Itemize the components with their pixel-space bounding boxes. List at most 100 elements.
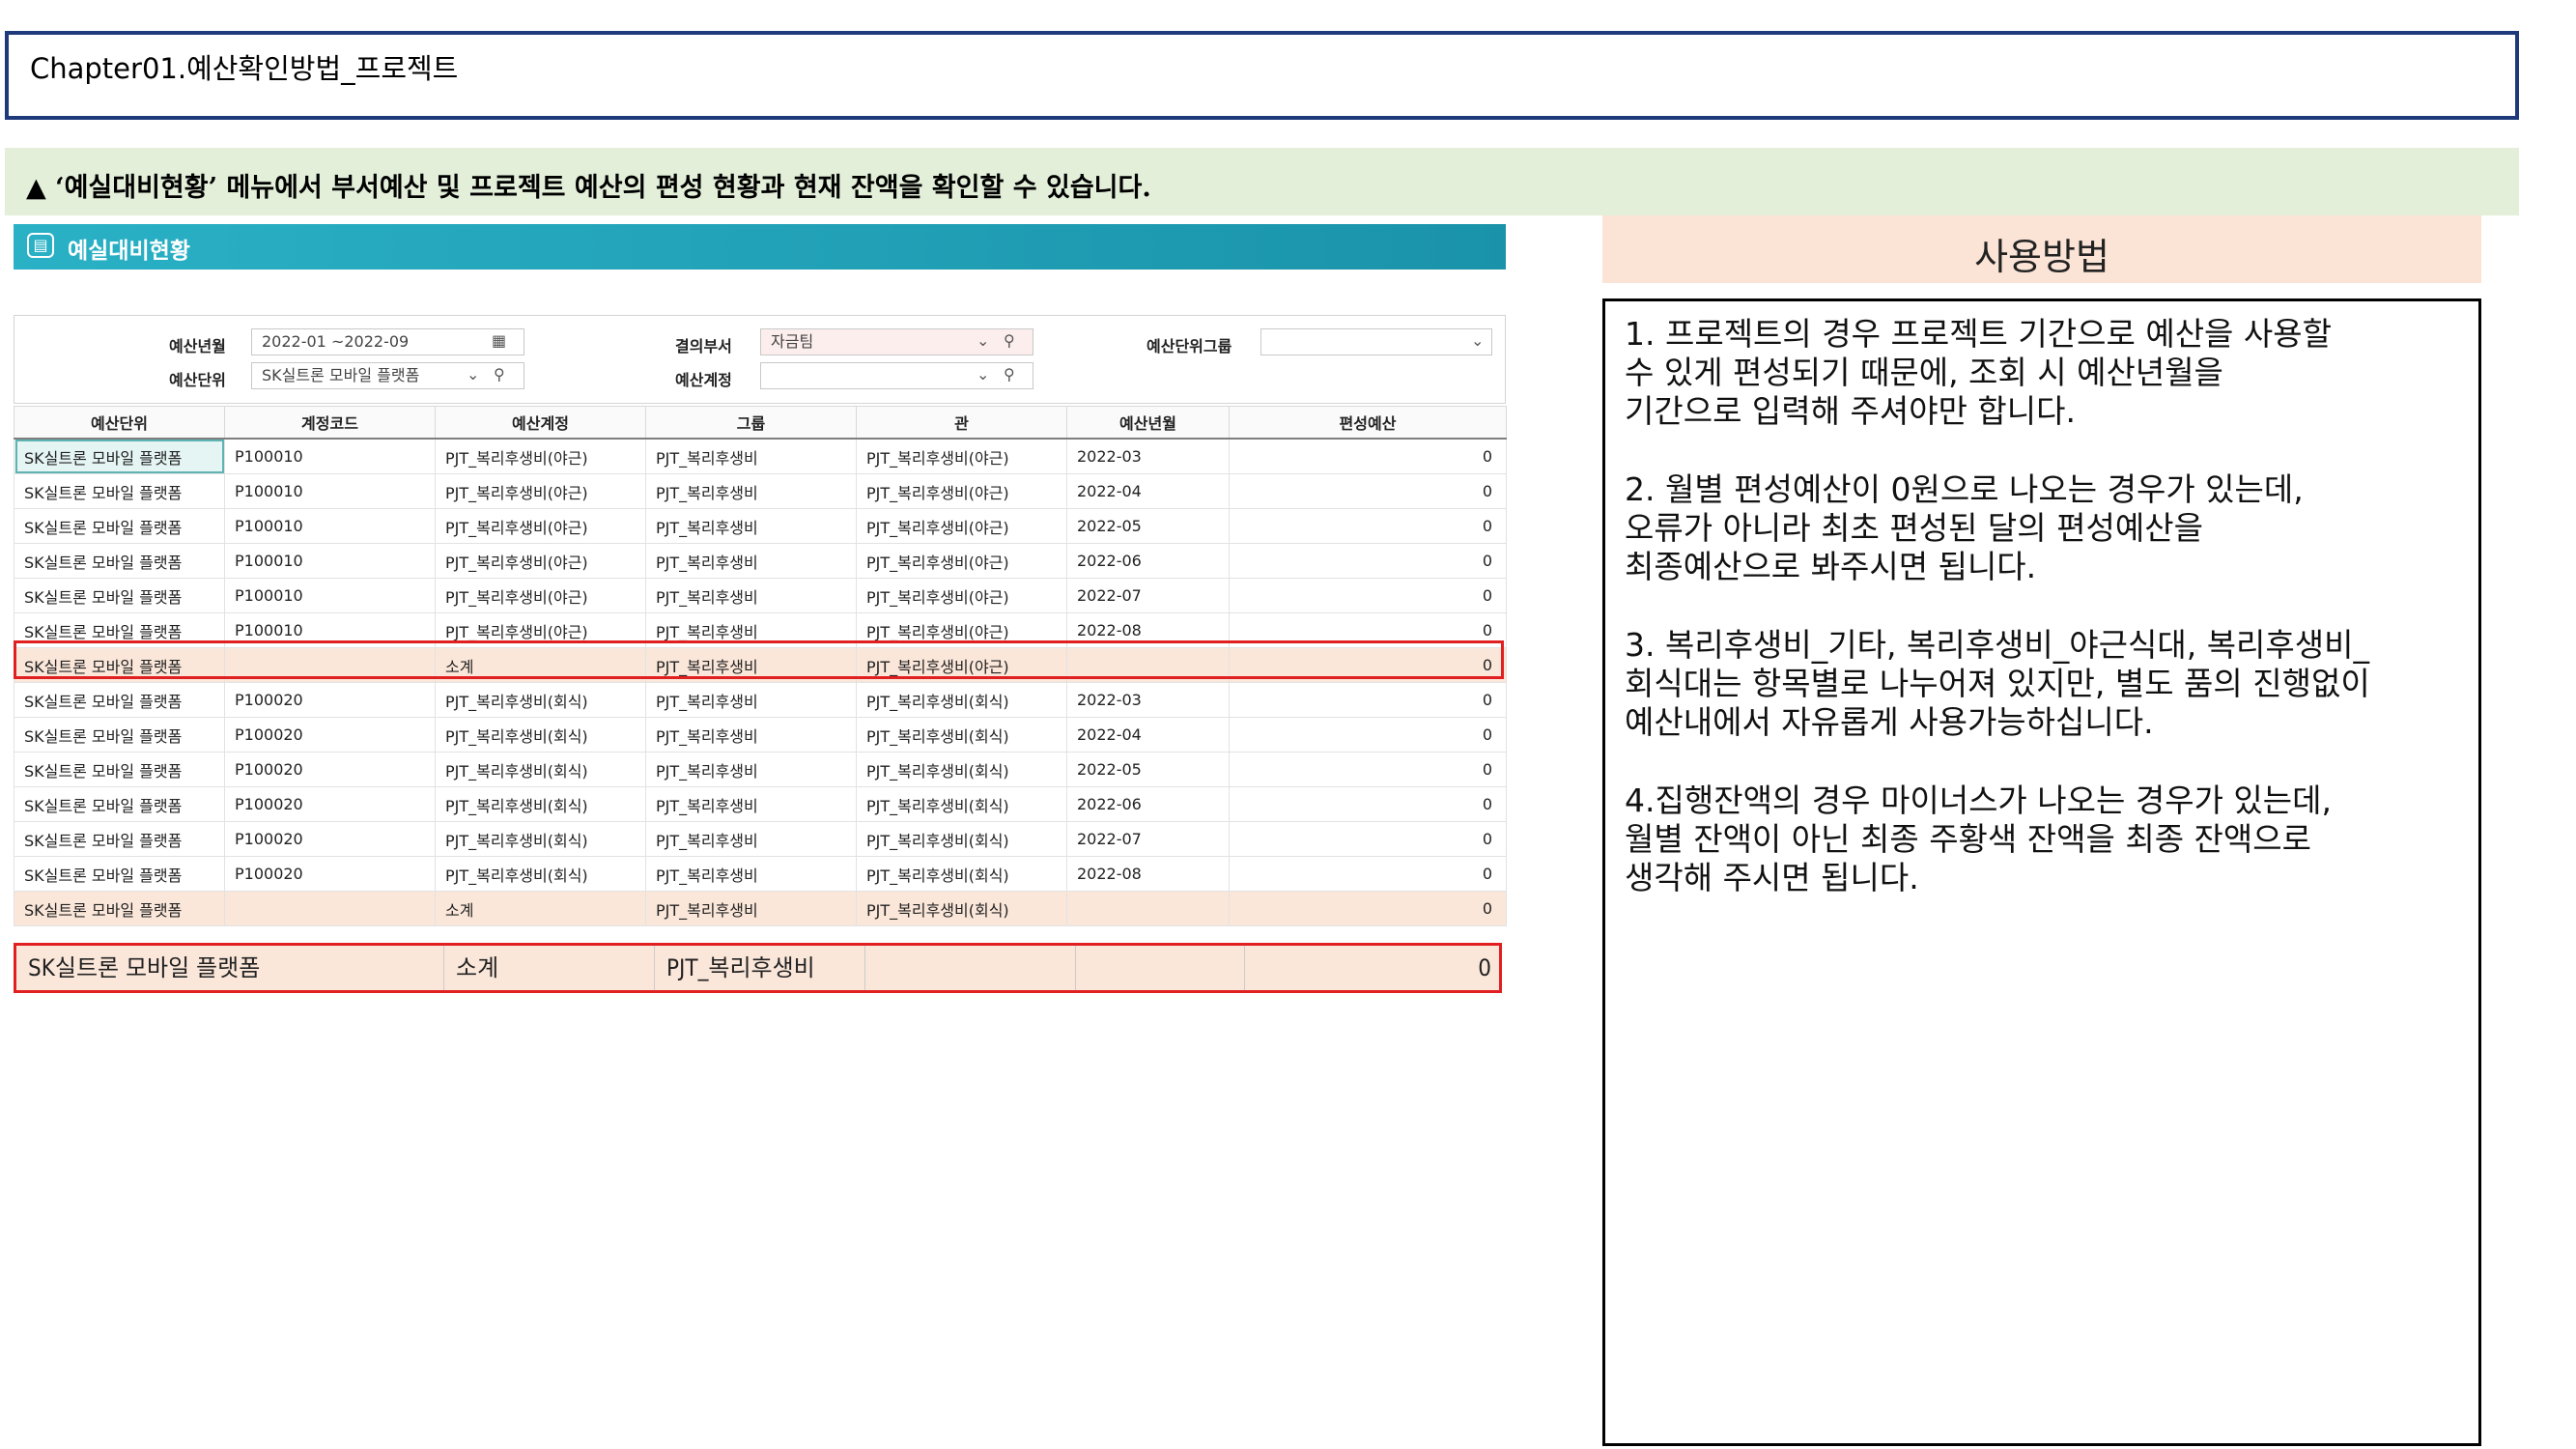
table-cell[interactable]: 0 (1229, 752, 1507, 787)
table-cell[interactable]: SK실트론 모바일 플랫폼 (14, 856, 225, 892)
grid-header-cell[interactable]: 계정코드 (224, 406, 436, 440)
table-cell[interactable]: SK실트론 모바일 플랫폼 (14, 891, 225, 926)
table-cell[interactable]: P100010 (224, 508, 436, 544)
table-cell[interactable]: 2022-08 (1066, 612, 1230, 648)
table-cell[interactable]: SK실트론 모바일 플랫폼 (14, 543, 225, 579)
table-cell[interactable]: P100010 (224, 473, 436, 509)
table-cell[interactable]: SK실트론 모바일 플랫폼 (14, 786, 225, 822)
table-cell[interactable]: PJT_복리후생비(회식) (856, 856, 1067, 892)
table-cell[interactable]: PJT_복리후생비 (645, 717, 857, 753)
table-cell[interactable]: PJT_복리후생비 (645, 682, 857, 718)
table-cell[interactable]: SK실트론 모바일 플랫폼 (14, 717, 225, 753)
grid-header-cell[interactable]: 예산단위 (14, 406, 225, 440)
table-cell[interactable]: 2022-07 (1066, 821, 1230, 857)
table-cell[interactable]: PJT_복리후생비(야근) (435, 578, 646, 613)
table-cell[interactable]: PJT_복리후생비(야근) (856, 543, 1067, 579)
grid-header-cell[interactable]: 예산계정 (435, 406, 646, 440)
table-row[interactable]: SK실트론 모바일 플랫폼 P100010 PJT_복리후생비(야근) PJT_복리후… (14, 508, 1507, 544)
table-cell[interactable]: PJT_복리후생비(회식) (435, 821, 646, 857)
table-cell[interactable]: PJT_복리후생비(야근) (856, 578, 1067, 613)
table-cell[interactable]: 0 (1229, 891, 1507, 926)
table-cell[interactable]: PJT_복리후생비 (645, 543, 857, 579)
table-cell[interactable]: 0 (1229, 543, 1507, 579)
table-cell[interactable]: PJT_복리후생비 (645, 612, 857, 648)
table-cell[interactable]: P100010 (224, 612, 436, 648)
subtotal-row[interactable]: SK실트론 모바일 플랫폼 소계 PJT_복리후생비 PJT_복리후생비(회식) 0 (14, 891, 1507, 926)
table-cell[interactable]: 2022-04 (1066, 717, 1230, 753)
table-cell[interactable]: PJT_복리후생비 (645, 438, 857, 474)
table-cell[interactable]: PJT_복리후생비(야근) (856, 612, 1067, 648)
table-cell[interactable]: 0 (1229, 856, 1507, 892)
grid-header-cell[interactable]: 편성예산 (1229, 406, 1507, 440)
budget-group-select[interactable] (1260, 328, 1492, 355)
table-cell[interactable]: 2022-05 (1066, 508, 1230, 544)
table-cell[interactable]: 0 (1229, 473, 1507, 509)
table-row[interactable]: SK실트론 모바일 플랫폼 P100010 PJT_복리후생비(야근) PJT_복리후… (14, 438, 1507, 474)
table-cell[interactable]: 0 (1229, 786, 1507, 822)
table-cell[interactable]: PJT_복리후생비 (645, 786, 857, 822)
table-cell[interactable]: P100020 (224, 682, 436, 718)
table-cell[interactable]: P100010 (224, 578, 436, 613)
chevron-down-icon[interactable]: ⌄ (977, 365, 989, 384)
table-cell[interactable]: PJT_복리후생비(야근) (435, 612, 646, 648)
table-cell[interactable]: PJT_복리후생비(회식) (856, 717, 1067, 753)
table-cell[interactable]: P100020 (224, 752, 436, 787)
table-cell[interactable]: 2022-05 (1066, 752, 1230, 787)
table-cell[interactable]: 2022-04 (1066, 473, 1230, 509)
table-cell[interactable]: SK실트론 모바일 플랫폼 (14, 612, 225, 648)
table-cell[interactable]: 소계 (435, 647, 646, 683)
table-cell[interactable]: SK실트론 모바일 플랫폼 (14, 438, 225, 474)
table-cell[interactable]: PJT_복리후생비(회식) (435, 717, 646, 753)
chevron-down-icon[interactable]: ⌄ (1471, 331, 1484, 350)
table-row[interactable]: SK실트론 모바일 플랫폼 P100020 PJT_복리후생비(회식) PJT_복리후… (14, 682, 1507, 718)
table-cell[interactable]: PJT_복리후생비 (645, 578, 857, 613)
table-cell[interactable]: PJT_복리후생비(회식) (856, 786, 1067, 822)
table-cell[interactable]: 0 (1229, 821, 1507, 857)
chevron-down-icon[interactable]: ⌄ (467, 365, 479, 384)
table-row[interactable]: SK실트론 모바일 플랫폼 P100020 PJT_복리후생비(회식) PJT_복리후… (14, 786, 1507, 822)
table-cell[interactable]: PJT_복리후생비(야근) (435, 508, 646, 544)
table-cell[interactable]: P100010 (224, 543, 436, 579)
table-cell[interactable]: PJT_복리후생비 (645, 821, 857, 857)
table-cell[interactable]: P100020 (224, 856, 436, 892)
grid-header-cell[interactable]: 그룹 (645, 406, 857, 440)
table-cell[interactable]: 0 (1229, 647, 1507, 683)
table-row[interactable]: SK실트론 모바일 플랫폼 P100020 PJT_복리후생비(회식) PJT_복리후… (14, 821, 1507, 857)
search-icon[interactable]: ⚲ (494, 365, 505, 384)
table-cell[interactable]: PJT_복리후생비(야근) (856, 473, 1067, 509)
table-cell[interactable]: PJT_복리후생비 (645, 508, 857, 544)
chevron-down-icon[interactable]: ⌄ (977, 331, 989, 350)
grid-header-cell[interactable]: 예산년월 (1066, 406, 1230, 440)
table-cell[interactable]: 2022-06 (1066, 543, 1230, 579)
table-cell[interactable]: PJT_복리후생비(회식) (856, 682, 1067, 718)
table-cell[interactable]: PJT_복리후생비(회식) (435, 752, 646, 787)
table-cell[interactable]: SK실트론 모바일 플랫폼 (14, 508, 225, 544)
table-cell[interactable]: PJT_복리후생비(야근) (435, 473, 646, 509)
table-cell[interactable]: PJT_복리후생비(회식) (856, 752, 1067, 787)
table-cell[interactable]: 0 (1229, 508, 1507, 544)
table-cell[interactable]: SK실트론 모바일 플랫폼 (14, 473, 225, 509)
table-cell[interactable]: PJT_복리후생비(회식) (856, 821, 1067, 857)
table-cell[interactable]: PJT_복리후생비(회식) (435, 786, 646, 822)
table-cell[interactable]: 2022-07 (1066, 578, 1230, 613)
table-cell[interactable]: 0 (1229, 578, 1507, 613)
subtotal-row[interactable]: SK실트론 모바일 플랫폼 소계 PJT_복리후생비 PJT_복리후생비(야근) 0 (14, 647, 1507, 683)
table-row[interactable]: SK실트론 모바일 플랫폼 P100020 PJT_복리후생비(회식) PJT_복리후… (14, 752, 1507, 787)
table-cell[interactable] (224, 891, 436, 926)
table-cell[interactable]: PJT_복리후생비 (645, 647, 857, 683)
budget-account-select[interactable] (760, 362, 1033, 389)
search-icon[interactable]: ⚲ (1004, 331, 1015, 350)
table-cell[interactable]: 2022-06 (1066, 786, 1230, 822)
calendar-icon[interactable]: ▦ (492, 331, 506, 350)
table-cell[interactable]: PJT_복리후생비 (645, 891, 857, 926)
table-cell[interactable]: P100020 (224, 717, 436, 753)
table-cell[interactable]: PJT_복리후생비 (645, 856, 857, 892)
table-cell[interactable]: SK실트론 모바일 플랫폼 (14, 682, 225, 718)
table-cell[interactable]: 2022-03 (1066, 682, 1230, 718)
approval-dept-select[interactable]: 자금팀 (760, 328, 1033, 355)
table-row[interactable]: SK실트론 모바일 플랫폼 P100020 PJT_복리후생비(회식) PJT_복리후… (14, 717, 1507, 753)
table-cell[interactable] (224, 647, 436, 683)
table-row[interactable]: SK실트론 모바일 플랫폼 P100010 PJT_복리후생비(야근) PJT_복리후… (14, 473, 1507, 509)
table-cell[interactable]: 0 (1229, 717, 1507, 753)
table-cell[interactable]: SK실트론 모바일 플랫폼 (14, 578, 225, 613)
